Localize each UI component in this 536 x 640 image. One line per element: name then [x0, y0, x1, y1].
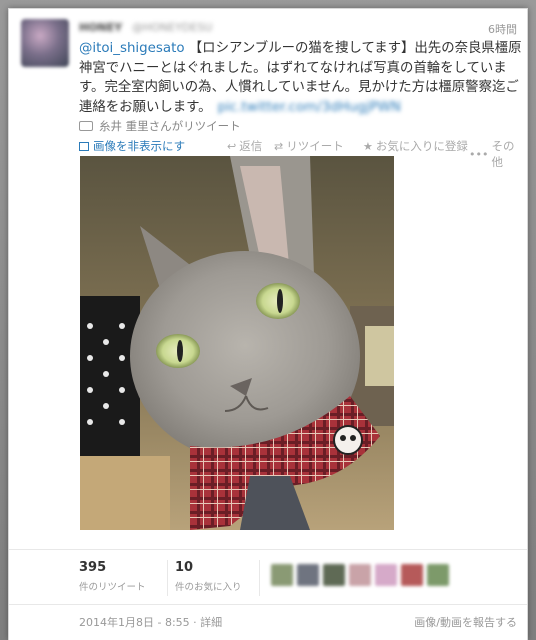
more-button[interactable]: ••• その他 — [469, 138, 523, 170]
reply-arrow-icon: ↩ — [227, 139, 237, 153]
retweet-label[interactable]: リツイート — [286, 138, 344, 154]
timestamp[interactable]: 6時間 — [488, 21, 517, 37]
tweet-actions: 画像を非表示にす ↩ 返信 ⇄ リツイート ★ お気に入りに登録 ••• その他 — [79, 138, 523, 169]
ellipsis-icon: ••• — [469, 147, 489, 161]
image-icon — [79, 141, 89, 151]
star-icon: ★ — [363, 139, 373, 153]
avatar[interactable] — [21, 19, 69, 67]
photo-link[interactable]: pic.twitter.com/3dHugjPWN — [218, 100, 401, 115]
retweeter-avatar[interactable] — [323, 564, 345, 586]
retweeter-avatar[interactable] — [297, 564, 319, 586]
retweeter-avatar[interactable] — [401, 564, 423, 586]
retweeter-avatars — [271, 564, 449, 586]
cat-photo-image — [80, 156, 394, 530]
retweeter-avatar[interactable] — [349, 564, 371, 586]
retweets-count[interactable]: 395 — [79, 560, 146, 575]
mention-link[interactable]: @itoi_shigesato — [79, 41, 185, 56]
retweet-icon — [79, 121, 93, 131]
hide-media-button[interactable]: 画像を非表示にす — [79, 138, 185, 154]
stat-divider — [259, 560, 260, 596]
retweeter-avatar[interactable] — [375, 564, 397, 586]
retweeter-avatar[interactable] — [427, 564, 449, 586]
hide-media-label[interactable]: 画像を非表示にす — [93, 138, 185, 154]
favorites-label: 件のお気に入り — [175, 582, 242, 593]
reply-button[interactable]: ↩ 返信 — [227, 138, 262, 154]
favorite-stat[interactable]: 10 件のお気に入り — [175, 560, 242, 593]
tweet-header: HONEY @HONEYDESU 6時間 @itoi_shigesato 【ロシ… — [9, 9, 527, 119]
screen-name[interactable]: @HONEYDESU — [132, 21, 212, 34]
retweet-stat[interactable]: 395 件のリツイート — [79, 560, 146, 593]
report-media-link[interactable]: 画像/動画を報告する — [414, 614, 517, 630]
tweet-photo[interactable] — [80, 156, 394, 530]
favorite-label[interactable]: お気に入りに登録 — [376, 138, 468, 154]
more-label[interactable]: その他 — [491, 138, 523, 170]
retweets-label: 件のリツイート — [79, 582, 146, 593]
reply-label[interactable]: 返信 — [239, 138, 262, 154]
user-names[interactable]: HONEY @HONEYDESU — [79, 21, 212, 37]
tweet-stats: 395 件のリツイート 10 件のお気に入り — [9, 549, 527, 605]
stat-divider — [167, 560, 168, 596]
tweet-date[interactable]: 2014年1月8日 - 8:55 · 詳細 — [79, 614, 222, 630]
retweeted-by-label[interactable]: 糸井 重里さんがリツイート — [99, 118, 241, 134]
tweet-card: HONEY @HONEYDESU 6時間 @itoi_shigesato 【ロシ… — [8, 8, 528, 640]
retweet-icon: ⇄ — [274, 139, 284, 153]
retweeter-avatar[interactable] — [271, 564, 293, 586]
favorites-count[interactable]: 10 — [175, 560, 242, 575]
tweet-text: @itoi_shigesato 【ロシアンブルーの猫を捜してます】出先の奈良県橿… — [79, 39, 523, 117]
retweet-button[interactable]: ⇄ リツイート — [274, 138, 344, 154]
tweet-footer: 2014年1月8日 - 8:55 · 詳細 画像/動画を報告する — [9, 612, 527, 632]
display-name[interactable]: HONEY — [79, 21, 122, 34]
favorite-button[interactable]: ★ お気に入りに登録 — [363, 138, 468, 154]
retweeted-by: 糸井 重里さんがリツイート — [79, 118, 241, 134]
